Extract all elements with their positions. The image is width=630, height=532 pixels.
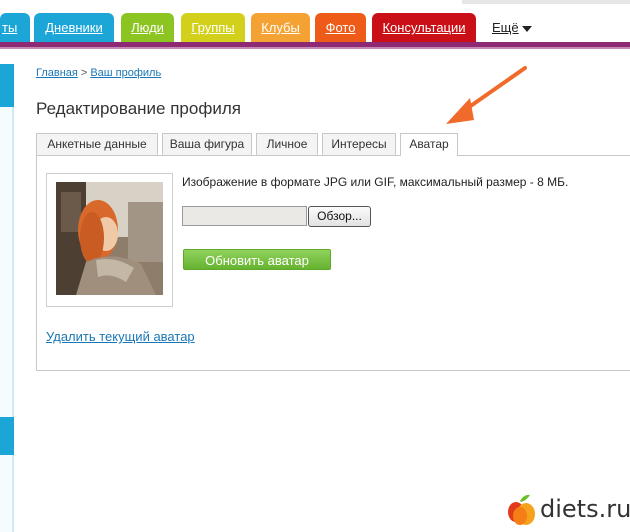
nav-tab-clubs[interactable]: Клубы [251,13,310,42]
breadcrumb: Главная > Ваш профиль [36,67,161,79]
logo-text: diets.ru [540,495,630,523]
nav-tab-photo[interactable]: Фото [315,13,366,42]
breadcrumb-profile[interactable]: Ваш профиль [90,67,161,79]
delete-avatar-link[interactable]: Удалить текущий аватар [46,329,195,344]
nav-tab-groups[interactable]: Группы [181,13,245,42]
page-title: Редактирование профиля [36,99,241,118]
tab-personal[interactable]: Личное [256,133,318,155]
tab-interests[interactable]: Интересы [322,133,396,155]
sidebar-block-bottom [0,417,14,455]
tab-figure[interactable]: Ваша фигура [162,133,252,155]
top-navigation: ты Дневники Люди Группы Клубы Фото Консу… [0,0,630,42]
avatar-preview [46,173,173,307]
sidebar-block-top [0,64,14,107]
nav-tab-partial[interactable]: ты [0,13,30,42]
chevron-down-icon [521,25,532,32]
nav-tab-people[interactable]: Люди [121,13,174,42]
nav-tab-consultations[interactable]: Консультации [372,13,476,42]
apple-icon [508,494,535,525]
sidebar-edge [0,64,14,532]
browse-button[interactable]: Обзор... [308,206,371,227]
top-right-bar [462,0,630,4]
breadcrumb-separator: > [80,67,88,79]
update-avatar-button[interactable]: Обновить аватар [183,249,331,270]
upload-hint: Изображение в формате JPG или GIF, макси… [182,175,569,189]
diets-logo: diets.ru [506,492,630,528]
avatar-image [56,182,163,295]
tab-profile-data[interactable]: Анкетные данные [36,133,158,155]
pointer-arrow-icon [446,66,527,124]
nav-more-label: Ещё [492,20,519,35]
tab-avatar[interactable]: Аватар [400,133,458,156]
nav-stripe-light [0,47,630,49]
file-path-field[interactable] [182,206,307,226]
breadcrumb-home[interactable]: Главная [36,67,78,79]
nav-more-menu[interactable]: Ещё [492,13,532,42]
nav-tab-diaries[interactable]: Дневники [34,13,114,42]
